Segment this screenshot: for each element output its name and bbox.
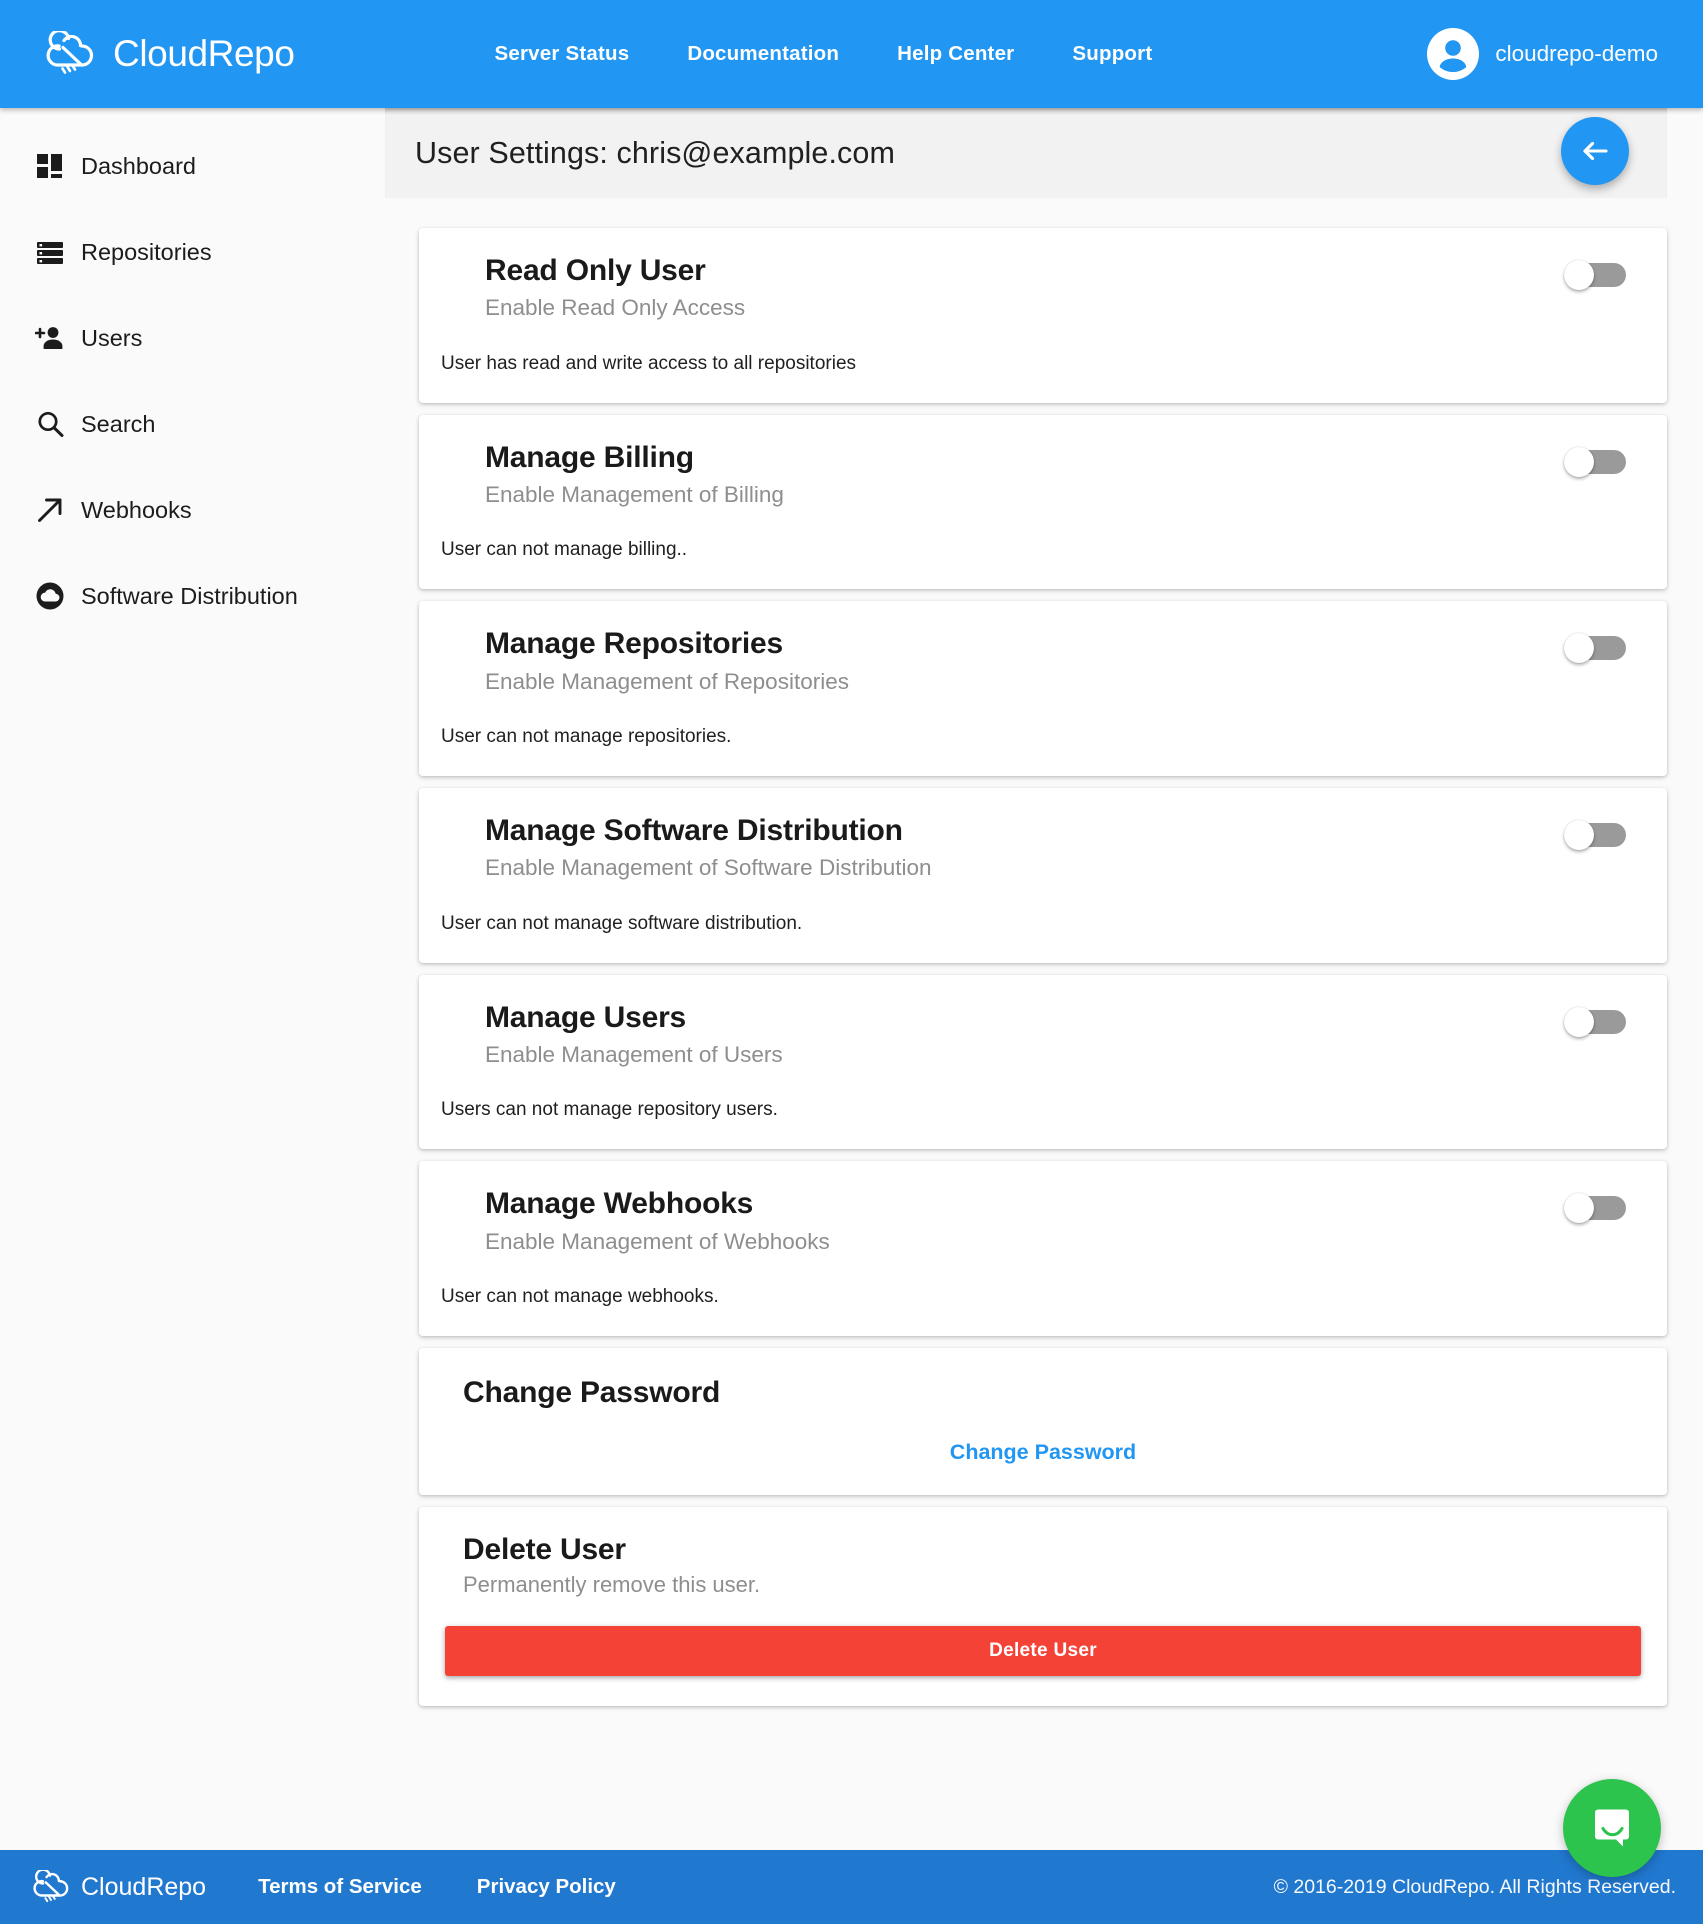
toggle-manage-webhooks[interactable]	[1564, 1193, 1626, 1224]
nav-link-help-center[interactable]: Help Center	[897, 42, 1014, 66]
avatar	[1427, 28, 1480, 80]
permission-header: Manage Software Distribution Enable Mana…	[419, 812, 1667, 883]
main-content: User Settings: chris@example.com Read On…	[385, 108, 1703, 1850]
permission-card-manage-webhooks: Manage Webhooks Enable Management of Web…	[419, 1161, 1667, 1336]
arrow-left-icon	[1583, 141, 1608, 161]
sidebar-item-label: Software Distribution	[81, 582, 298, 609]
footer: CloudRepo Terms of Service Privacy Polic…	[0, 1850, 1703, 1924]
permission-title: Manage Software Distribution	[485, 813, 903, 847]
sidebar-item-label: Search	[81, 410, 156, 437]
toggle-manage-software-distribution[interactable]	[1564, 819, 1626, 850]
back-button[interactable]	[1561, 117, 1629, 185]
permission-description: Users can not manage repository users.	[441, 1099, 778, 1121]
sidebar-item-label: Webhooks	[81, 496, 192, 523]
search-icon	[35, 409, 65, 439]
permission-header: Manage Users Enable Management of Users	[419, 999, 1667, 1070]
footer-copyright: © 2016-2019 CloudRepo. All Rights Reserv…	[1273, 1875, 1676, 1898]
permission-header: Manage Repositories Enable Management of…	[419, 625, 1667, 696]
sidebar-item-users[interactable]: Users	[0, 310, 385, 366]
delete-user-button[interactable]: Delete User	[445, 1625, 1641, 1676]
toggle-manage-repositories[interactable]	[1564, 633, 1626, 664]
account-menu[interactable]: cloudrepo-demo	[1427, 28, 1658, 80]
sidebar-item-repositories[interactable]: Repositories	[0, 224, 385, 280]
chat-bubble-icon	[1595, 1809, 1629, 1847]
permission-title: Manage Repositories	[485, 627, 783, 661]
footer-link-terms-of-service[interactable]: Terms of Service	[258, 1875, 422, 1899]
footer-brand-link[interactable]: CloudRepo	[27, 1868, 207, 1904]
permission-subtitle: Enable Management of Software Distributi…	[485, 855, 932, 881]
toggle-thumb	[1564, 260, 1594, 290]
permission-header: Manage Webhooks Enable Management of Web…	[419, 1185, 1667, 1256]
top-navigation-bar: CloudRepo Server Status Documentation He…	[0, 0, 1703, 108]
dashboard-icon	[35, 151, 65, 181]
brand-name: CloudRepo	[113, 33, 295, 74]
permission-subtitle: Enable Management of Webhooks	[485, 1228, 830, 1254]
toggle-thumb	[1564, 446, 1594, 477]
permission-description: User can not manage software distributio…	[441, 912, 803, 934]
permission-title: Manage Webhooks	[485, 1187, 754, 1221]
permission-subtitle: Enable Management of Repositories	[485, 668, 849, 694]
cloudrepo-logo-icon	[38, 29, 102, 77]
sidebar-item-search[interactable]: Search	[0, 396, 385, 452]
sidebar-item-label: Dashboard	[81, 152, 196, 179]
permission-description: User can not manage billing..	[441, 539, 688, 561]
primary-nav: Server Status Documentation Help Center …	[495, 42, 1153, 66]
permission-title: Read Only User	[485, 254, 706, 287]
sidebar-item-label: Repositories	[81, 238, 212, 265]
sidebar: Dashboard Repositories Users Search Webh…	[0, 108, 385, 1850]
permission-subtitle: Enable Management of Users	[485, 1041, 783, 1067]
change-password-link[interactable]: Change Password	[950, 1440, 1136, 1464]
delete-user-title: Delete User	[463, 1532, 626, 1566]
permission-description: User can not manage repositories.	[441, 725, 732, 747]
change-password-card: Change Password Change Password	[419, 1347, 1667, 1495]
delete-user-card: Delete User Permanently remove this user…	[419, 1506, 1667, 1706]
footer-link-privacy-policy[interactable]: Privacy Policy	[477, 1875, 616, 1899]
cloud-icon	[35, 581, 65, 611]
toggle-read-only-user[interactable]	[1564, 260, 1626, 290]
footer-brand-name: CloudRepo	[81, 1872, 207, 1901]
permission-subtitle: Enable Read Only Access	[485, 295, 746, 321]
brand-logo-link[interactable]: CloudRepo	[38, 29, 295, 77]
permission-title: Manage Users	[485, 1000, 687, 1034]
permission-header: Manage Billing Enable Management of Bill…	[419, 439, 1667, 510]
permission-subtitle: Enable Management of Billing	[485, 482, 784, 508]
toggle-thumb	[1564, 1193, 1594, 1224]
permission-description: User has read and write access to all re…	[441, 352, 857, 374]
add-user-icon	[34, 323, 65, 353]
nav-link-documentation[interactable]: Documentation	[687, 42, 839, 66]
sidebar-item-webhooks[interactable]: Webhooks	[0, 482, 385, 538]
permission-card-manage-users: Manage Users Enable Management of Users …	[419, 974, 1667, 1150]
repositories-icon	[35, 237, 65, 267]
permission-header: Read Only User Enable Read Only Access	[419, 252, 1667, 323]
permission-card-manage-billing: Manage Billing Enable Management of Bill…	[419, 414, 1667, 590]
page-header: User Settings: chris@example.com	[385, 108, 1667, 198]
sidebar-item-software-distribution[interactable]: Software Distribution	[0, 568, 385, 624]
permission-card-manage-software-distribution: Manage Software Distribution Enable Mana…	[419, 787, 1667, 963]
change-password-title: Change Password	[463, 1375, 721, 1409]
nav-link-server-status[interactable]: Server Status	[495, 42, 630, 66]
page-title: User Settings: chris@example.com	[415, 135, 895, 170]
footer-links: Terms of Service Privacy Policy	[258, 1875, 616, 1899]
permission-description: User can not manage webhooks.	[441, 1285, 719, 1307]
account-name: cloudrepo-demo	[1495, 41, 1658, 66]
sidebar-item-dashboard[interactable]: Dashboard	[0, 138, 385, 194]
change-password-link-row: Change Password	[419, 1440, 1667, 1465]
nav-link-support[interactable]: Support	[1072, 42, 1152, 66]
cloudrepo-logo-icon	[27, 1868, 75, 1904]
delete-user-subtitle: Permanently remove this user.	[463, 1571, 761, 1597]
permission-card-read-only-user: Read Only User Enable Read Only Access U…	[419, 228, 1667, 403]
arrow-up-right-icon	[35, 495, 65, 525]
settings-card-list: Read Only User Enable Read Only Access U…	[385, 198, 1703, 1706]
permission-card-manage-repositories: Manage Repositories Enable Management of…	[419, 601, 1667, 776]
toggle-thumb	[1564, 1006, 1594, 1037]
toggle-manage-users[interactable]	[1564, 1006, 1626, 1037]
toggle-manage-billing[interactable]	[1564, 446, 1626, 477]
permission-title: Manage Billing	[485, 440, 694, 474]
chat-launcher-button[interactable]	[1563, 1779, 1661, 1877]
sidebar-item-label: Users	[81, 324, 143, 351]
toggle-thumb	[1564, 819, 1594, 850]
